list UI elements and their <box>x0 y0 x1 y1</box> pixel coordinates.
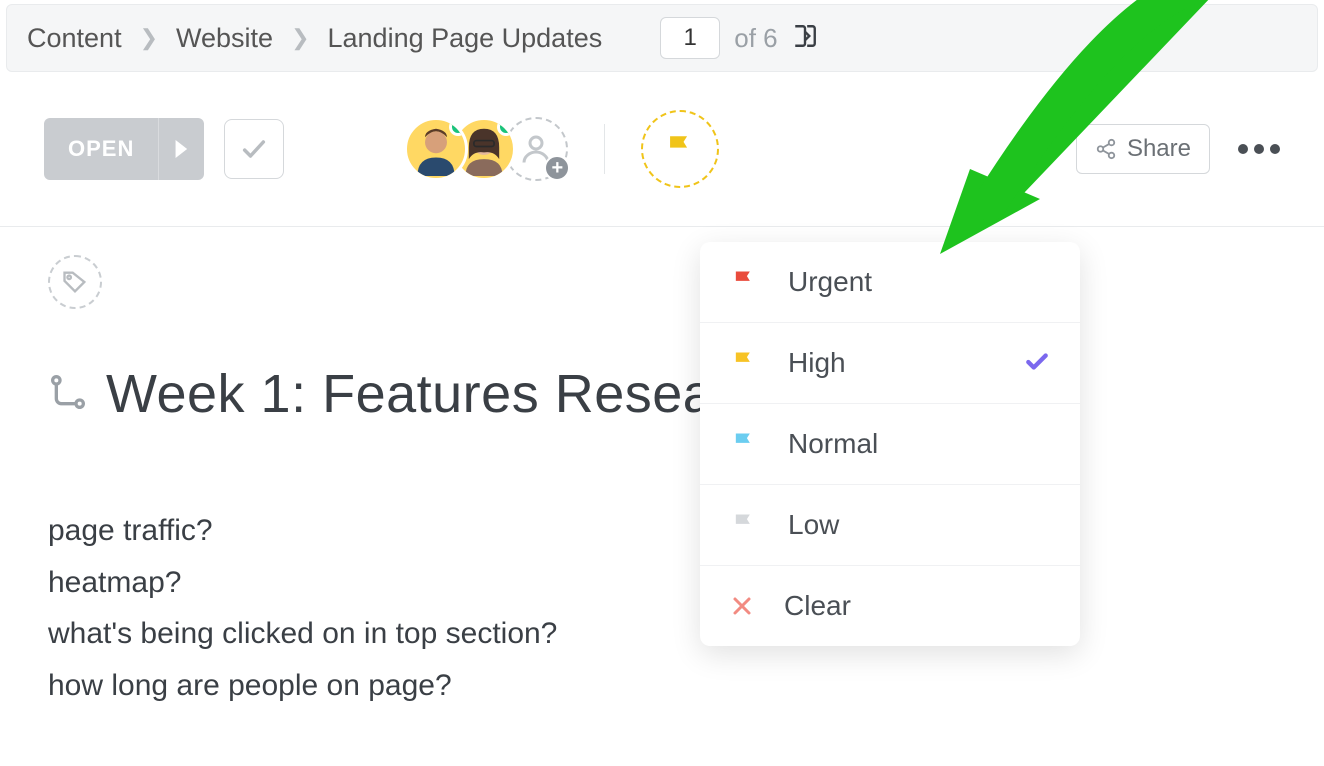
status-button[interactable]: OPEN <box>44 118 204 180</box>
body-line: how long are people on page? <box>48 660 1276 712</box>
task-content: Week 1: Features Resea page traffic? hea… <box>0 227 1324 739</box>
page-total-label: of 6 <box>734 23 777 54</box>
body-line: what's being clicked on in top section? <box>48 608 1276 660</box>
flag-icon <box>730 268 758 296</box>
add-tag-button[interactable] <box>48 255 102 309</box>
task-toolbar: OPEN + Share <box>0 72 1324 227</box>
breadcrumb-item[interactable]: Landing Page Updates <box>328 23 603 54</box>
chevron-right-icon: ❯ <box>291 25 309 51</box>
x-icon <box>730 594 754 618</box>
priority-option-high[interactable]: High <box>700 323 1080 404</box>
task-title[interactable]: Week 1: Features Resea <box>106 363 713 425</box>
separator <box>604 124 605 174</box>
flag-icon <box>730 511 758 539</box>
priority-label: High <box>788 347 846 379</box>
check-icon <box>1024 348 1050 379</box>
priority-option-normal[interactable]: Normal <box>700 404 1080 485</box>
priority-option-clear[interactable]: Clear <box>700 566 1080 646</box>
status-caret-button[interactable] <box>158 118 204 180</box>
share-label: Share <box>1127 135 1191 163</box>
avatar[interactable] <box>404 117 468 181</box>
priority-label: Urgent <box>788 266 872 298</box>
chevron-right-icon: ❯ <box>140 25 158 51</box>
flag-icon <box>730 430 758 458</box>
priority-flag-button[interactable] <box>641 110 719 188</box>
breadcrumb: Content ❯ Website ❯ Landing Page Updates… <box>6 4 1318 72</box>
priority-option-urgent[interactable]: Urgent <box>700 242 1080 323</box>
priority-label: Low <box>788 509 839 541</box>
subtask-icon <box>48 372 88 417</box>
plus-icon: + <box>544 155 570 181</box>
share-button[interactable]: Share <box>1076 124 1210 174</box>
body-line: heatmap? <box>48 557 1276 609</box>
breadcrumb-item[interactable]: Website <box>176 23 273 54</box>
flag-icon <box>730 349 758 377</box>
priority-label: Clear <box>784 590 851 622</box>
page-number-input[interactable] <box>660 17 720 59</box>
complete-button[interactable] <box>224 119 284 179</box>
priority-option-low[interactable]: Low <box>700 485 1080 566</box>
breadcrumb-item[interactable]: Content <box>27 23 122 54</box>
status-open-button[interactable]: OPEN <box>44 118 158 180</box>
priority-label: Normal <box>788 428 878 460</box>
more-menu-button[interactable] <box>1238 144 1280 154</box>
priority-menu: Urgent High Normal Low Clear <box>700 242 1080 646</box>
assignees: + <box>404 117 568 181</box>
page-next-icon[interactable] <box>792 21 818 56</box>
task-description[interactable]: page traffic? heatmap? what's being clic… <box>48 505 1276 711</box>
body-line: page traffic? <box>48 505 1276 557</box>
